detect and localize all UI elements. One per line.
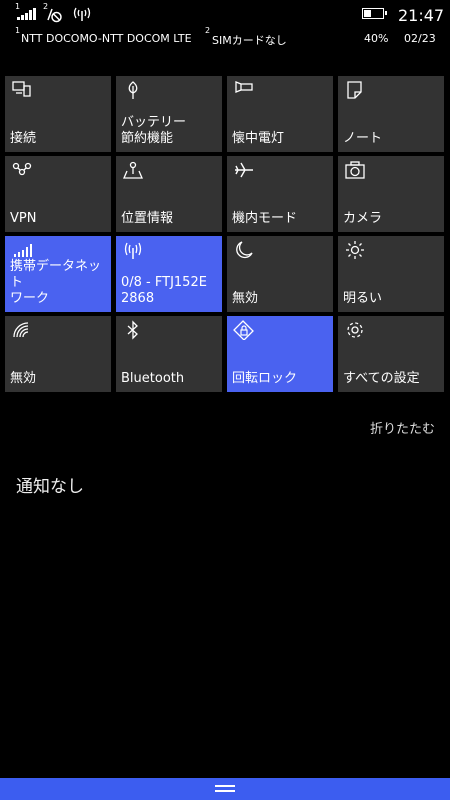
tile-airplane-mode[interactable]: 機内モード (227, 156, 333, 232)
antenna-icon (73, 7, 91, 21)
tile-all-settings[interactable]: すべての設定 (338, 316, 444, 392)
tile-label: 機内モード (232, 211, 298, 226)
tile-label: 無効 (232, 291, 259, 306)
date: 02/23 (404, 32, 436, 45)
cellular-data-icon (14, 244, 32, 257)
collapse-button[interactable]: 折りたたむ (370, 418, 435, 437)
vpn-icon (12, 162, 32, 176)
tile-brightness[interactable]: 明るい (338, 236, 444, 312)
tile-label: ノート (343, 131, 383, 146)
tile-label: 携帯データネット ワーク (10, 259, 102, 306)
tile-label: 回転ロック (232, 371, 298, 386)
tile-label: バッテリー 節約機能 (121, 115, 187, 146)
tile-label: カメラ (343, 211, 383, 226)
action-center-handle[interactable] (0, 778, 450, 800)
clock: 21:47 (398, 6, 445, 25)
tile-label: すべての設定 (343, 371, 420, 386)
tile-rotation-lock[interactable]: 回転ロック (227, 316, 333, 392)
tile-vpn[interactable]: VPN (5, 156, 111, 232)
tile-mobile-hotspot[interactable]: 0/8 - FTJ152E 2868 (116, 236, 222, 312)
carrier1-badge: 1 (15, 26, 21, 35)
carrier1-name: NTT DOCOMO-NTT DOCOM LTE (21, 32, 192, 45)
battery-percent: 40% (364, 32, 389, 45)
tile-connect[interactable]: 接続 (5, 76, 111, 152)
signal-strength-icon (17, 8, 36, 20)
camera-icon (345, 161, 365, 179)
wifi-icon (13, 322, 29, 338)
location-icon (123, 161, 143, 179)
drag-handle-icon (215, 785, 235, 793)
tile-label: 懐中電灯 (232, 131, 285, 146)
rotation-lock-icon (233, 320, 254, 340)
flashlight-icon (235, 81, 253, 93)
tile-note[interactable]: ノート (338, 76, 444, 152)
hotspot-icon (124, 242, 142, 259)
tile-camera[interactable]: カメラ (338, 156, 444, 232)
tile-location[interactable]: 位置情報 (116, 156, 222, 232)
tile-quiet-hours[interactable]: 無効 (227, 236, 333, 312)
battery-saver-icon (128, 81, 138, 99)
airplane-icon (235, 162, 253, 178)
battery-icon (362, 8, 387, 19)
note-icon (347, 81, 362, 99)
gear-icon (347, 322, 363, 338)
no-notifications-text: 通知なし (16, 477, 84, 497)
tile-wifi[interactable]: 無効 (5, 316, 111, 392)
status-bar: 1 2 21:47 (0, 0, 450, 28)
tile-bluetooth[interactable]: Bluetooth (116, 316, 222, 392)
tile-label: Bluetooth (121, 371, 185, 386)
tile-battery-saver[interactable]: バッテリー 節約機能 (116, 76, 222, 152)
tile-label: 0/8 - FTJ152E 2868 (121, 275, 207, 306)
carrier2-badge: 2 (205, 26, 211, 35)
tile-flashlight[interactable]: 懐中電灯 (227, 76, 333, 152)
tile-label: 無効 (10, 371, 37, 386)
tile-label: 位置情報 (121, 211, 174, 226)
project-icon (12, 81, 31, 97)
bluetooth-icon (127, 320, 138, 340)
tile-cellular-data[interactable]: 携帯データネット ワーク (5, 236, 111, 312)
tile-label: 接続 (10, 131, 37, 146)
moon-icon (236, 241, 253, 259)
carrier2-name: SIMカードなし (212, 34, 287, 47)
tile-label: 明るい (343, 291, 383, 306)
tile-label: VPN (10, 211, 37, 226)
brightness-icon (346, 241, 364, 259)
no-sim-signal-icon (47, 8, 62, 23)
